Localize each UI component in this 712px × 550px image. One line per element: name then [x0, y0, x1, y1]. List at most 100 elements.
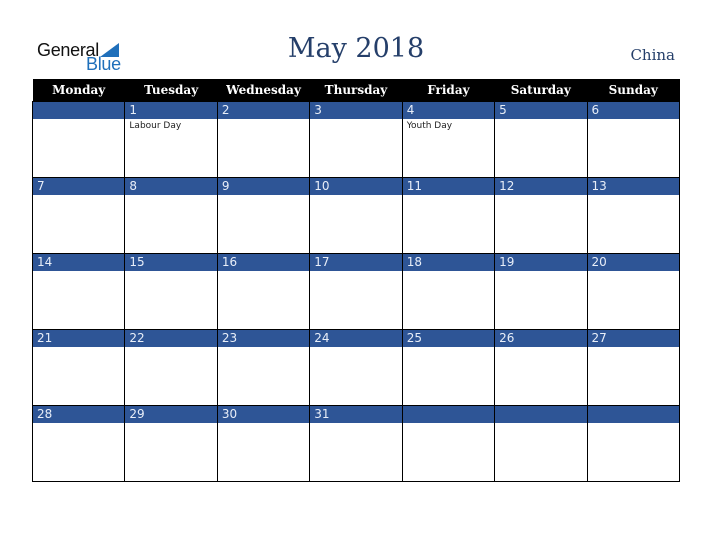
day-cell[interactable]: 15 — [124, 253, 218, 330]
day-cell[interactable]: 23 — [216, 329, 311, 406]
day-cell[interactable]: 2 — [216, 101, 311, 178]
day-cell[interactable]: 14 — [31, 253, 126, 330]
day-cell[interactable]: 11 — [401, 177, 496, 254]
holiday-label — [403, 271, 494, 273]
day-number: 10 — [310, 178, 402, 195]
weekday-header-tuesday: Tuesday — [124, 79, 218, 102]
holiday-label — [588, 195, 679, 197]
day-number: 8 — [125, 178, 217, 195]
day-number: 14 — [33, 254, 125, 271]
day-number: 29 — [125, 406, 217, 423]
day-cell[interactable] — [401, 405, 496, 482]
day-number: 18 — [402, 254, 495, 271]
day-cell[interactable]: 26 — [494, 329, 588, 406]
holiday-label: Youth Day — [406, 121, 453, 131]
day-cell[interactable]: 20 — [586, 253, 681, 330]
holiday-label — [218, 347, 309, 349]
holiday-label — [125, 271, 216, 273]
day-cell[interactable] — [31, 101, 126, 178]
day-cell[interactable] — [586, 405, 681, 482]
day-cell[interactable]: 30 — [216, 405, 311, 482]
day-cell[interactable]: 6 — [586, 101, 681, 178]
day-number: 6 — [587, 102, 679, 119]
day-number: 15 — [125, 254, 217, 271]
day-number: 30 — [217, 406, 310, 423]
day-cell[interactable]: 31 — [309, 405, 403, 482]
holiday-label: Labour Day — [129, 121, 182, 131]
day-number: 16 — [217, 254, 310, 271]
holiday-label — [403, 347, 494, 349]
holiday-label — [33, 271, 124, 273]
week-row: 21 22 23 24 25 26 27 — [31, 329, 681, 406]
holiday-label — [588, 423, 679, 425]
day-cell[interactable]: 8 — [124, 177, 218, 254]
day-cell[interactable]: 17 — [309, 253, 403, 330]
holiday-label — [495, 347, 586, 349]
week-row: 28 29 30 31 — [31, 405, 681, 482]
holiday-label — [218, 271, 309, 273]
holiday-label — [218, 423, 309, 425]
day-number — [402, 406, 495, 423]
day-number: 9 — [217, 178, 310, 195]
day-number — [587, 406, 679, 423]
day-cell[interactable]: 22 — [124, 329, 218, 406]
holiday-label — [495, 423, 586, 425]
holiday-label — [403, 195, 494, 197]
day-cell[interactable]: 28 — [31, 405, 126, 482]
holiday-label — [588, 347, 679, 349]
weekday-header-wednesday: Wednesday — [217, 79, 310, 102]
day-number: 31 — [310, 406, 402, 423]
day-cell[interactable]: 7 — [31, 177, 126, 254]
weekday-header-sunday: Sunday — [587, 79, 680, 102]
calendar-grid: Monday Tuesday Wednesday Thursday Friday Satu… — [31, 79, 681, 482]
day-cell[interactable] — [494, 405, 588, 482]
day-number: 11 — [402, 178, 495, 195]
day-cell[interactable]: 24 — [309, 329, 403, 406]
holiday-label — [33, 119, 124, 121]
day-cell[interactable]: 10 — [309, 177, 403, 254]
day-cell[interactable]: 1 Labour Day — [124, 101, 218, 178]
day-number: 22 — [125, 330, 217, 347]
day-cell[interactable]: 29 — [124, 405, 218, 482]
day-cell[interactable]: 12 — [494, 177, 588, 254]
day-cell[interactable]: 4 Youth Day — [401, 101, 496, 178]
day-cell[interactable]: 27 — [586, 329, 681, 406]
day-cell[interactable]: 25 — [401, 329, 496, 406]
holiday-label — [403, 423, 494, 425]
day-cell[interactable]: 5 — [494, 101, 588, 178]
day-number: 23 — [217, 330, 310, 347]
weekday-header-thursday: Thursday — [309, 79, 403, 102]
day-number: 28 — [33, 406, 125, 423]
day-number — [33, 102, 125, 119]
day-cell[interactable]: 9 — [216, 177, 311, 254]
day-cell[interactable]: 18 — [401, 253, 496, 330]
day-cell[interactable]: 21 — [31, 329, 126, 406]
day-number: 25 — [402, 330, 495, 347]
day-number: 7 — [33, 178, 125, 195]
day-cell[interactable]: 3 — [309, 101, 403, 178]
day-number: 4 — [402, 102, 495, 119]
day-number — [495, 406, 587, 423]
holiday-label — [310, 119, 401, 121]
holiday-label — [33, 347, 124, 349]
weekday-header-row: Monday Tuesday Wednesday Thursday Friday Satu… — [32, 79, 680, 102]
week-row: 7 8 9 10 11 12 13 — [31, 177, 681, 254]
day-number: 27 — [587, 330, 679, 347]
day-cell[interactable]: 16 — [216, 253, 311, 330]
holiday-label — [125, 347, 216, 349]
holiday-label — [310, 271, 401, 273]
day-number: 1 — [125, 102, 217, 119]
week-row: 14 15 16 17 18 19 20 — [31, 253, 681, 330]
holiday-label — [495, 271, 586, 273]
week-row: 1 Labour Day 2 3 4 Youth Day 5 6 — [31, 101, 681, 178]
day-number: 5 — [495, 102, 587, 119]
holiday-label — [125, 423, 216, 425]
country-label: China — [630, 46, 675, 64]
holiday-label — [125, 195, 216, 197]
weekday-header-friday: Friday — [402, 79, 495, 102]
weekday-header-saturday: Saturday — [494, 79, 588, 102]
day-cell[interactable]: 13 — [586, 177, 681, 254]
holiday-label — [588, 271, 679, 273]
day-number: 17 — [310, 254, 402, 271]
day-cell[interactable]: 19 — [494, 253, 588, 330]
